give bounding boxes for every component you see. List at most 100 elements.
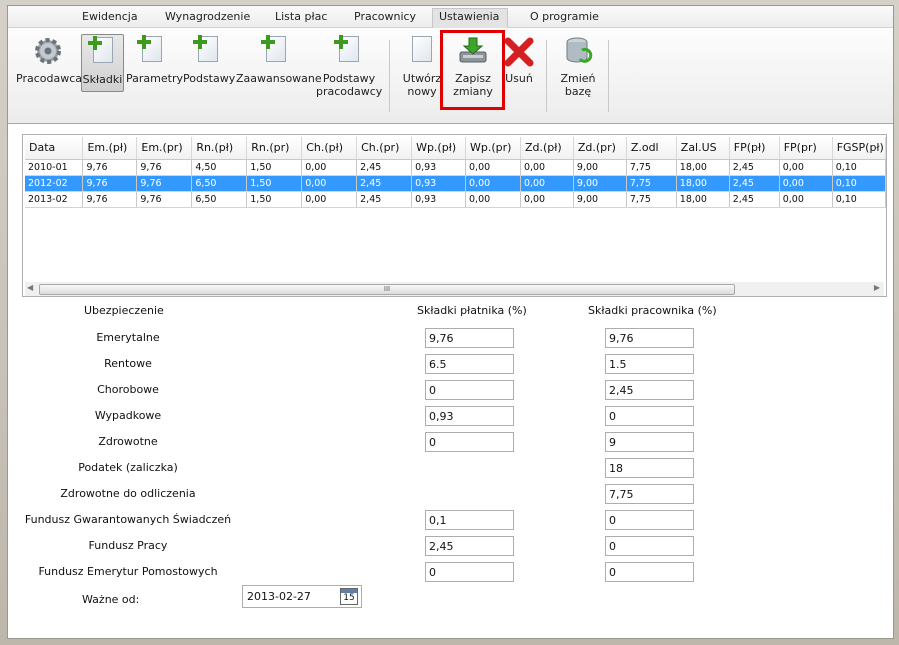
table-row[interactable]: 2013-02 9,76 9,76 6,50 1,50 0,00 2,45 0,93 0,00 0… (25, 191, 887, 208)
grid-header-row: Data Em.(pł) Em.(pr) Rn.(pł) Rn.(pr) Ch.(pł) C… (25, 137, 887, 160)
tab-pracownicy[interactable]: Pracownicy (354, 10, 416, 23)
pracodawca-button[interactable]: Pracodawca (16, 34, 82, 85)
grid-cell: 0,10 (832, 159, 887, 176)
form-row-label: Chorobowe (97, 383, 159, 396)
zaawansowane-label: Zaawansowane (236, 72, 322, 85)
ribbon-toolbar: Pracodawca Składki Parametry Podstawy Za… (8, 28, 893, 124)
zaawansowane-button[interactable]: Zaawansowane (236, 34, 322, 85)
grid-cell: 9,76 (136, 191, 193, 208)
platnik-input[interactable]: 0 (425, 432, 514, 452)
zmien-label-2: bazę (564, 85, 592, 98)
grid-cell: 9,76 (82, 175, 138, 192)
pracownik-input[interactable]: 0 (605, 510, 694, 530)
grid-cell: 1,50 (246, 159, 303, 176)
pracownik-input[interactable]: 9 (605, 432, 694, 452)
grid-column-header[interactable]: Zal.US (676, 137, 730, 160)
grid-cell: 0,10 (832, 175, 887, 192)
grid-cell: 7,75 (626, 191, 677, 208)
pracownik-input[interactable]: 0 (605, 406, 694, 426)
grid-cell: 18,00 (676, 191, 730, 208)
grid-column-header[interactable]: Rn.(pł) (191, 137, 248, 160)
table-row[interactable]: 2010-01 9,76 9,76 4,50 1,50 0,00 2,45 0,93 0,00 0… (25, 159, 887, 176)
separator (608, 40, 609, 112)
grid-column-header[interactable]: Em.(pł) (82, 137, 138, 160)
main-panel: Ewidencja Wynagrodzenie Lista płac Praco… (7, 5, 894, 639)
grid-column-header[interactable]: Data (25, 137, 84, 160)
grid-cell: 2,45 (729, 159, 780, 176)
grid-cell: 2010-01 (25, 159, 84, 176)
zmien-baze-button[interactable]: Zmień bazę (556, 34, 600, 98)
grid-cell: 2,45 (356, 191, 413, 208)
horizontal-scrollbar[interactable]: ◀ III ▶ (25, 282, 884, 296)
grid-column-header[interactable]: Z.odl (626, 137, 677, 160)
zapisz-label-1: Zapisz (455, 72, 491, 85)
tab-ustawienia[interactable]: Ustawienia (439, 10, 499, 23)
tab-wynagrodzenie[interactable]: Wynagrodzenie (165, 10, 250, 23)
grid-column-header[interactable]: Wp.(pr) (465, 137, 521, 160)
skladki-label: Składki (82, 73, 123, 86)
grid-column-header[interactable]: FP(pr) (779, 137, 833, 160)
podstawy-pracodawcy-button[interactable]: Podstawy pracodawcy (316, 34, 382, 98)
calendar-icon[interactable]: 15 (340, 588, 358, 605)
platnik-input[interactable]: 2,45 (425, 536, 514, 556)
podstawy-pracodawcy-label-2: pracodawcy (316, 85, 383, 98)
grid-cell: 18,00 (676, 159, 730, 176)
grid-column-header[interactable]: Rn.(pr) (246, 137, 303, 160)
skladki-button[interactable]: Składki (81, 34, 124, 92)
grid-cell: 0,00 (779, 175, 833, 192)
platnik-input[interactable]: 0 (425, 380, 514, 400)
calendar-day: 15 (343, 593, 355, 603)
podstawy-button[interactable]: Podstawy (183, 34, 235, 85)
grid-column-header[interactable]: Zd.(pr) (573, 137, 627, 160)
usun-button[interactable]: Usuń (502, 34, 536, 85)
tab-ewidencja[interactable]: Ewidencja (82, 10, 138, 23)
grid-cell: 0,00 (301, 191, 358, 208)
grid-cell: 9,76 (136, 159, 193, 176)
pracownik-input[interactable]: 7,75 (605, 484, 694, 504)
grid-column-header[interactable]: FGSP(pł) (832, 137, 887, 160)
platnik-input[interactable]: 0,93 (425, 406, 514, 426)
blank-page-icon (406, 34, 438, 68)
pracownik-input[interactable]: 0 (605, 536, 694, 556)
scroll-left-arrow-icon[interactable]: ◀ (27, 283, 33, 292)
grid-cell: 0,00 (301, 175, 358, 192)
platnik-input[interactable]: 0 (425, 562, 514, 582)
scroll-right-arrow-icon[interactable]: ▶ (874, 283, 880, 292)
pracownik-input[interactable]: 2,45 (605, 380, 694, 400)
rates-grid[interactable]: Data Em.(pł) Em.(pr) Rn.(pł) Rn.(pr) Ch.(pł) C… (22, 134, 887, 297)
grid-cell: 2,45 (356, 175, 413, 192)
pracownik-input[interactable]: 1.5 (605, 354, 694, 374)
grid-cell: 2,45 (729, 191, 780, 208)
grid-cell: 0,00 (465, 175, 521, 192)
wazne-od-datepicker[interactable]: 2013-02-27 15 (242, 585, 362, 608)
grid-column-header[interactable]: Ch.(pł) (301, 137, 358, 160)
pracownik-input[interactable]: 9,76 (605, 328, 694, 348)
usun-label: Usuń (505, 72, 533, 85)
pracownik-input[interactable]: 18 (605, 458, 694, 478)
platnik-input[interactable]: 9,76 (425, 328, 514, 348)
tab-lista-plac[interactable]: Lista płac (275, 10, 327, 23)
scroll-thumb[interactable]: III (39, 284, 735, 295)
utworz-label-1: Utwórz (402, 72, 442, 85)
parametry-button[interactable]: Parametry (126, 34, 183, 85)
grid-cell: 1,50 (246, 175, 303, 192)
zapisz-zmiany-button[interactable]: Zapisz zmiany (446, 34, 500, 98)
wazne-od-label: Ważne od: (82, 593, 140, 606)
grid-column-header[interactable]: Em.(pr) (136, 137, 193, 160)
platnik-input[interactable]: 6.5 (425, 354, 514, 374)
grid-column-header[interactable]: Wp.(pł) (411, 137, 466, 160)
grid-cell: 7,75 (626, 175, 677, 192)
pracodawca-label: Pracodawca (16, 72, 82, 85)
grid-column-header[interactable]: Ch.(pr) (356, 137, 413, 160)
platnik-input[interactable]: 0,1 (425, 510, 514, 530)
utworz-nowy-button[interactable]: Utwórz nowy (400, 34, 444, 98)
tab-o-programie[interactable]: O programie (530, 10, 599, 23)
grid-cell: 0,00 (520, 159, 574, 176)
grid-cell: 0,00 (465, 191, 521, 208)
skladki-pracownika-header: Składki pracownika (%) (588, 304, 717, 317)
grid-column-header[interactable]: Zd.(pł) (520, 137, 574, 160)
separator (389, 40, 390, 112)
grid-column-header[interactable]: FP(pł) (729, 137, 780, 160)
table-row[interactable]: 2012-02 9,76 9,76 6,50 1,50 0,00 2,45 0,93 0,00 0… (25, 175, 887, 192)
pracownik-input[interactable]: 0 (605, 562, 694, 582)
